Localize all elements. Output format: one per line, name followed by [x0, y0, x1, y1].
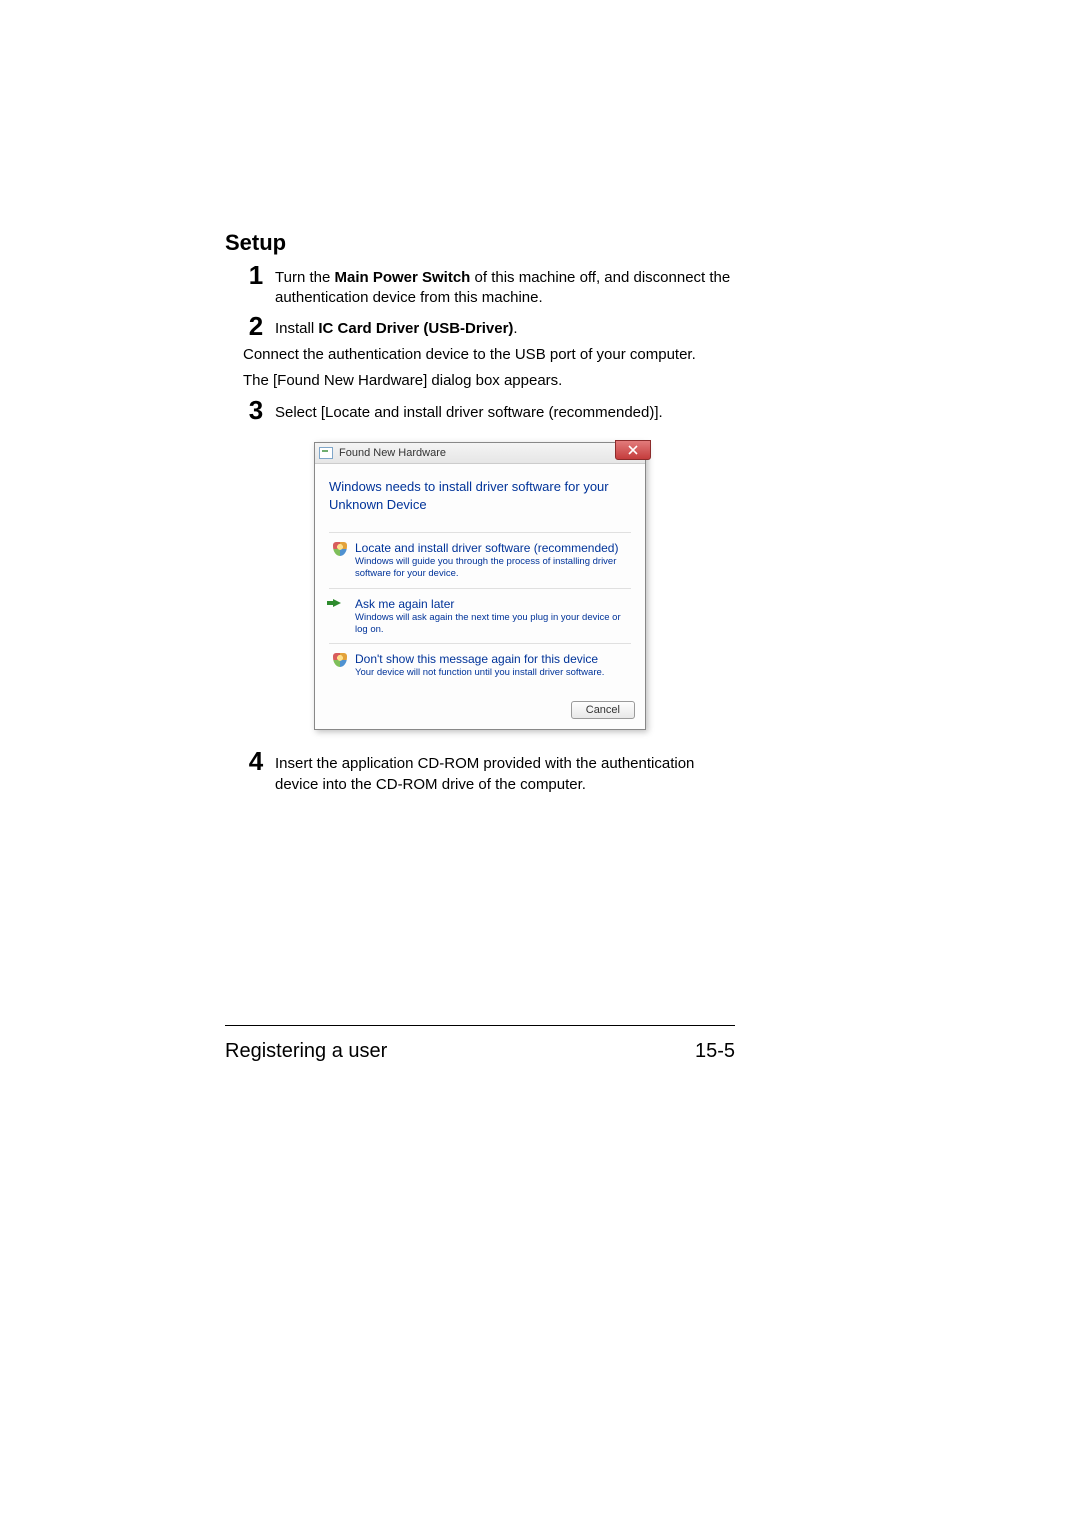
option-ask-later[interactable]: Ask me again later Windows will ask agai…: [329, 589, 631, 645]
step-4: 4 Insert the application CD-ROM provided…: [243, 748, 735, 795]
step-2-bold: IC Card Driver (USB-Driver): [318, 320, 513, 337]
footer-section-name: Registering a user: [225, 1040, 387, 1063]
opt2-title: Ask me again later: [355, 597, 625, 611]
shield-icon: [333, 542, 347, 556]
opt2-sub: Windows will ask again the next time you…: [355, 612, 625, 636]
option-locate-install[interactable]: Locate and install driver software (reco…: [329, 533, 631, 589]
opt1-title: Locate and install driver software (reco…: [355, 541, 625, 555]
step-1: 1 Turn the Main Power Switch of this mac…: [243, 262, 735, 309]
connect-instruction: Connect the authentication device to the…: [243, 345, 735, 365]
step-2-post: .: [513, 320, 517, 337]
shield-icon-2: [333, 653, 347, 667]
step-3-text: Select [Locate and install driver softwa…: [275, 397, 735, 423]
dialog-appears-text: The [Found New Hardware] dialog box appe…: [243, 371, 735, 391]
dialog-footer: Cancel: [315, 695, 645, 729]
close-icon: [628, 445, 638, 455]
opt1-sub: Windows will guide you through the proce…: [355, 556, 625, 580]
found-new-hardware-dialog: Found New Hardware Windows needs to inst…: [314, 442, 646, 731]
dialog-heading: Windows needs to install driver software…: [329, 478, 631, 514]
footer-rule: [225, 1025, 735, 1026]
opt3-sub: Your device will not function until you …: [355, 667, 625, 679]
dialog-titlebar: Found New Hardware: [315, 443, 645, 464]
step-2-pre: Install: [275, 320, 318, 337]
dialog-title-icon: [319, 447, 333, 459]
step-4-text: Insert the application CD-ROM provided w…: [275, 748, 735, 795]
footer-page-number: 15-5: [695, 1040, 735, 1063]
arrow-icon: [333, 599, 341, 607]
step-number-3: 3: [243, 397, 269, 423]
opt3-title: Don't show this message again for this d…: [355, 652, 625, 666]
step-1-text: Turn the Main Power Switch of this machi…: [275, 262, 735, 309]
dialog-title: Found New Hardware: [339, 447, 446, 459]
step-1-bold: Main Power Switch: [334, 269, 470, 286]
step-number-2: 2: [243, 313, 269, 339]
step-number-1: 1: [243, 262, 269, 288]
step-2: 2 Install IC Card Driver (USB-Driver).: [243, 313, 735, 339]
step-1-pre: Turn the: [275, 269, 334, 286]
setup-heading: Setup: [225, 230, 735, 256]
step-2-text: Install IC Card Driver (USB-Driver).: [275, 313, 735, 339]
dialog-body: Windows needs to install driver software…: [315, 464, 645, 696]
dialog-options: Locate and install driver software (reco…: [329, 532, 631, 687]
step-3: 3 Select [Locate and install driver soft…: [243, 397, 735, 423]
cancel-button[interactable]: Cancel: [571, 701, 635, 719]
close-button[interactable]: [615, 440, 651, 460]
step-number-4: 4: [243, 748, 269, 774]
option-dont-show[interactable]: Don't show this message again for this d…: [329, 644, 631, 687]
